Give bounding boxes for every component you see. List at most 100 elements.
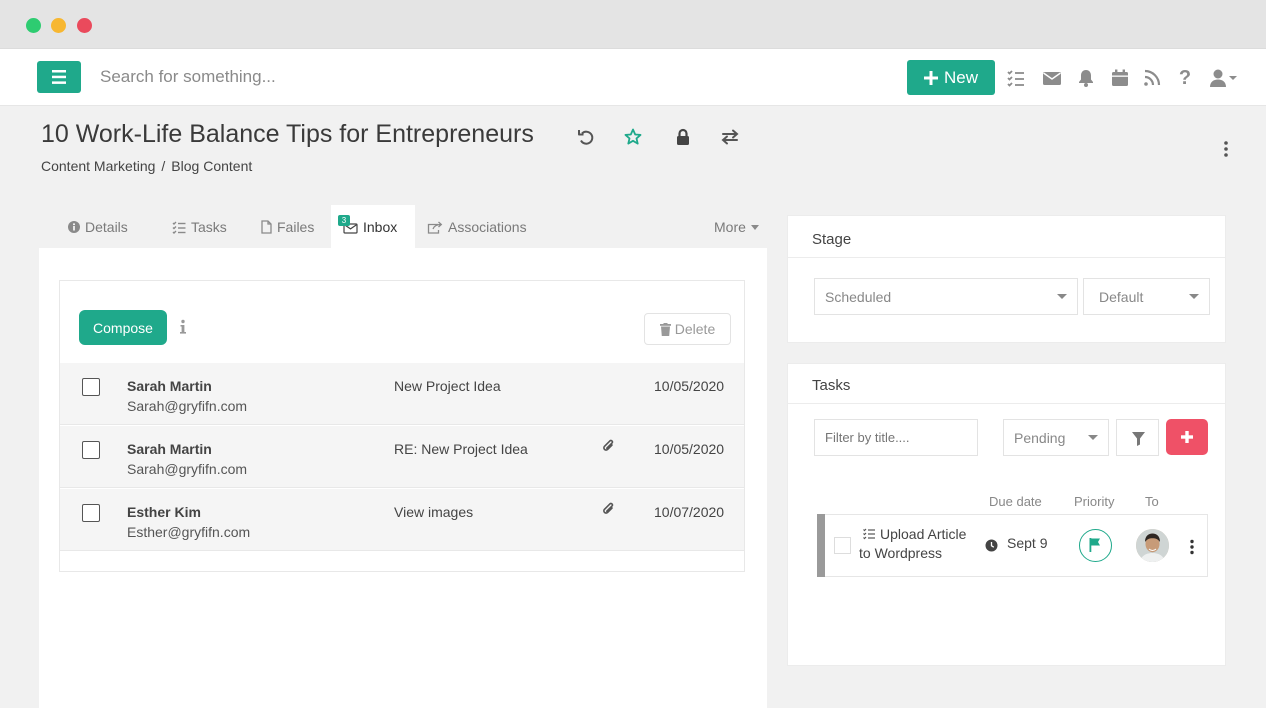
task-options-icon[interactable]	[1189, 539, 1195, 555]
tab-inbox[interactable]: 3 Inbox	[338, 215, 397, 235]
search-input[interactable]	[100, 65, 580, 89]
message-row[interactable]: Sarah Martin Sarah@gryfifn.com RE: New P…	[60, 426, 744, 488]
stage-select[interactable]: Scheduled	[814, 278, 1078, 315]
new-button-label: New	[943, 67, 978, 87]
delete-button[interactable]: Delete	[644, 313, 731, 345]
page-options-icon[interactable]	[1223, 140, 1229, 158]
top-navbar: New ?	[0, 49, 1266, 106]
lock-icon[interactable]	[673, 127, 693, 147]
message-checkbox[interactable]	[82, 504, 100, 522]
close-window-button[interactable]	[77, 18, 92, 33]
plus-icon	[923, 70, 938, 85]
breadcrumb: Content Marketing / Blog Content	[41, 158, 252, 174]
message-subject: View images	[394, 504, 474, 520]
clock-icon	[985, 539, 998, 552]
trash-icon	[659, 322, 671, 336]
share-icon	[427, 221, 443, 234]
delete-label: Delete	[674, 321, 716, 337]
message-subject: RE: New Project Idea	[394, 441, 528, 457]
user-menu-icon[interactable]	[1209, 68, 1239, 88]
column-due-date: Due date	[989, 494, 1042, 509]
assignee-avatar[interactable]	[1136, 529, 1169, 562]
task-status-bar	[817, 514, 825, 577]
breadcrumb-item[interactable]: Content Marketing	[41, 158, 155, 174]
sender-name: Sarah Martin	[127, 378, 212, 394]
bell-icon[interactable]	[1076, 68, 1096, 88]
paperclip-icon	[602, 438, 615, 454]
caret-down-icon	[1088, 435, 1098, 440]
mail-icon[interactable]	[1042, 68, 1062, 88]
tasks-icon[interactable]	[1006, 68, 1026, 88]
sender-name: Esther Kim	[127, 504, 201, 520]
message-date: 10/05/2020	[654, 378, 725, 394]
page-title: 10 Work-Life Balance Tips for Entreprene…	[41, 120, 534, 148]
tab-associations-label: Associations	[448, 219, 527, 235]
message-date: 10/07/2020	[654, 504, 725, 520]
task-status-select[interactable]: Pending	[1003, 419, 1109, 456]
menu-button[interactable]	[37, 61, 81, 93]
task-row[interactable]: Upload Article to Wordpress Sept 9	[817, 514, 1208, 577]
message-date: 10/05/2020	[654, 441, 725, 457]
more-dropdown[interactable]: More	[714, 219, 759, 235]
task-title-line1: Upload Article	[880, 526, 967, 542]
stage-option-select[interactable]: Default	[1083, 278, 1210, 315]
stage-select-value: Scheduled	[825, 288, 892, 305]
divider	[788, 257, 1225, 258]
tasks-icon	[172, 221, 186, 234]
tab-files[interactable]: Failes	[261, 219, 314, 235]
message-subject: New Project Idea	[394, 378, 501, 394]
tasks-title: Tasks	[812, 377, 851, 394]
window-titlebar	[0, 0, 1266, 49]
task-filter-input[interactable]	[814, 419, 978, 456]
column-to: To	[1145, 494, 1159, 509]
tab-tasks[interactable]: Tasks	[172, 219, 227, 235]
avatar-photo	[1136, 529, 1169, 562]
maximize-window-button[interactable]	[26, 18, 41, 33]
stage-panel: Stage Scheduled Default	[787, 215, 1226, 343]
stage-option-value: Default	[1099, 288, 1144, 305]
filter-button[interactable]	[1116, 419, 1159, 456]
sender-name: Sarah Martin	[127, 441, 212, 457]
tab-associations[interactable]: Associations	[427, 219, 527, 235]
divider	[788, 403, 1225, 404]
task-checkbox[interactable]	[834, 537, 851, 554]
flag-icon	[1089, 538, 1100, 552]
message-checkbox[interactable]	[82, 441, 100, 459]
tab-tasks-label: Tasks	[191, 219, 227, 235]
breadcrumb-separator: /	[161, 158, 166, 174]
sender-email: Esther@gryfifn.com	[127, 524, 251, 540]
sender-email: Sarah@gryfifn.com	[127, 398, 248, 414]
inbox-count-badge: 3	[338, 215, 350, 226]
tab-details[interactable]: Details	[68, 219, 128, 235]
transfer-icon[interactable]	[720, 127, 740, 147]
message-row[interactable]: Esther Kim Esther@gryfifn.com View image…	[60, 489, 744, 551]
help-icon[interactable]: ?	[1175, 68, 1195, 88]
message-row[interactable]: Sarah Martin Sarah@gryfifn.com New Proje…	[60, 363, 744, 425]
message-checkbox[interactable]	[82, 378, 100, 396]
task-due-date: Sept 9	[1007, 535, 1048, 551]
star-icon[interactable]	[623, 127, 643, 147]
compose-button[interactable]: Compose	[79, 310, 167, 345]
info-icon[interactable]	[179, 319, 187, 335]
rss-icon[interactable]	[1142, 68, 1162, 88]
priority-flag-button[interactable]	[1079, 529, 1112, 562]
new-button[interactable]: New	[907, 60, 995, 95]
caret-down-icon	[1057, 294, 1067, 299]
add-task-button[interactable]	[1166, 419, 1208, 455]
tasks-icon	[863, 528, 875, 540]
paperclip-icon	[602, 501, 615, 517]
file-icon	[261, 220, 272, 234]
breadcrumb-item[interactable]: Blog Content	[171, 158, 252, 174]
minimize-window-button[interactable]	[51, 18, 66, 33]
inbox-icon: 3	[338, 215, 358, 234]
tab-files-label: Failes	[277, 219, 315, 235]
refresh-icon[interactable]	[576, 127, 596, 147]
tab-details-label: Details	[85, 219, 128, 235]
filter-icon	[1132, 432, 1145, 446]
task-title-line2: to Wordpress	[859, 545, 942, 561]
calendar-icon[interactable]	[1110, 68, 1130, 88]
info-icon	[68, 221, 80, 233]
sender-email: Sarah@gryfifn.com	[127, 461, 248, 477]
stage-title: Stage	[812, 231, 852, 248]
caret-down-icon	[750, 224, 759, 230]
